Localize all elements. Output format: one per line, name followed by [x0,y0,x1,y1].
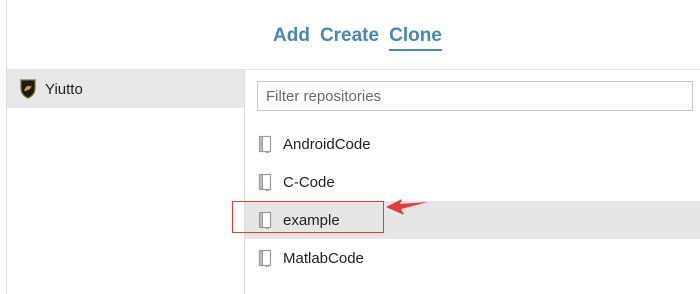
repo-book-icon [257,173,273,192]
list-item-example[interactable]: example [245,201,700,239]
repository-list: AndroidCode C-Code example MatlabCode [245,125,700,277]
repo-name: example [283,211,340,229]
clone-dialog: Add Create Clone Yiutto Filter repositor… [6,0,700,294]
tab-clone[interactable]: Clone [389,24,442,51]
repo-name: C-Code [283,173,335,191]
account-name: Yiutto [45,80,83,98]
repo-book-icon [257,211,273,230]
list-item-matlabcode[interactable]: MatlabCode [245,239,700,277]
repo-book-icon [257,135,273,154]
tab-create[interactable]: Create [320,24,379,51]
repositories-panel: AndroidCode C-Code [245,70,700,294]
filter-repositories-input[interactable] [257,81,693,111]
sidebar-item-account[interactable]: Yiutto [7,70,244,108]
tab-bar: Add Create Clone [273,24,442,51]
repo-name: AndroidCode [283,135,371,153]
repo-book-icon [257,249,273,268]
annotation-arrow-icon [386,199,428,215]
accounts-sidebar: Yiutto [7,70,245,294]
lamborghini-logo-icon [19,79,37,99]
header-bar: Add Create Clone [7,0,700,70]
repo-name: MatlabCode [283,249,364,267]
tab-add[interactable]: Add [273,24,310,51]
list-item-androidcode[interactable]: AndroidCode [245,125,700,163]
list-item-c-code[interactable]: C-Code [245,163,700,201]
